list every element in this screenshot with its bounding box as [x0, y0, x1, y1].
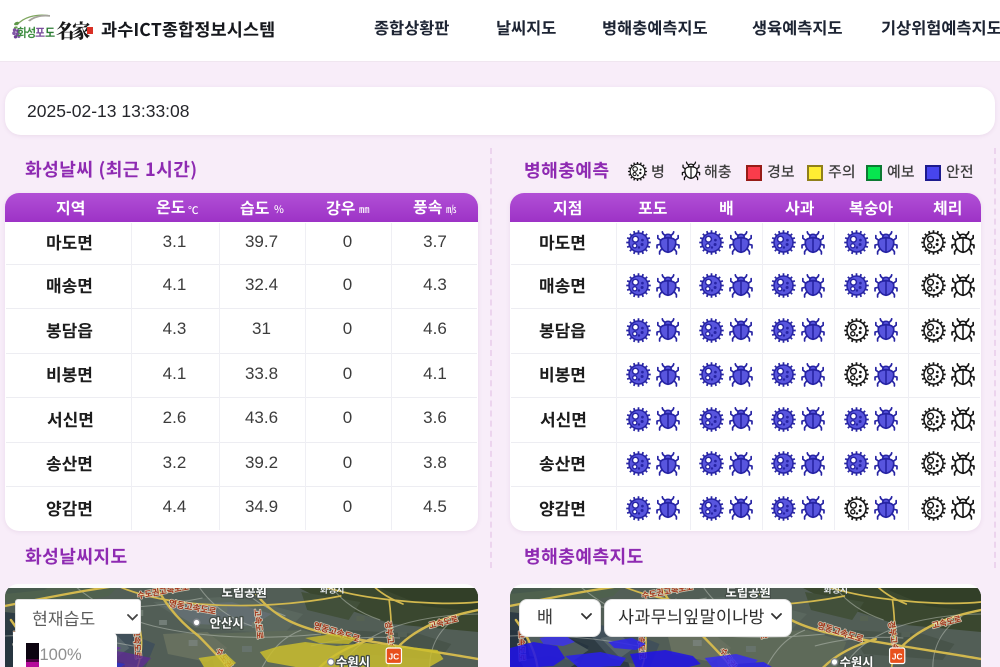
svg-text:JC: JC [891, 651, 902, 661]
svg-text:JC: JC [388, 651, 399, 661]
